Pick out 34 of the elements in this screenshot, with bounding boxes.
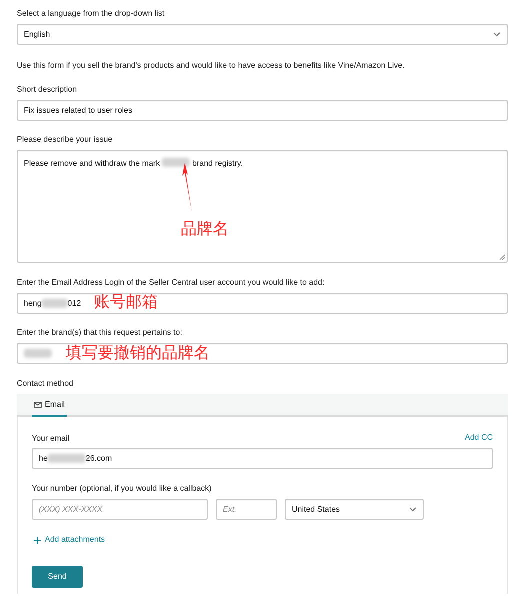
annotation-text: 账号邮箱 bbox=[94, 294, 158, 312]
add-cc-link[interactable]: Add CC bbox=[464, 432, 493, 444]
field-label: Short description bbox=[17, 85, 78, 95]
resize-handle-icon[interactable] bbox=[499, 254, 505, 260]
phone-field[interactable]: (XXX) XXX-XXXX bbox=[32, 499, 208, 520]
language-select[interactable]: English bbox=[17, 24, 508, 45]
field-label: Select a language from the drop-down list bbox=[17, 9, 166, 19]
send-button[interactable]: Send bbox=[32, 566, 83, 588]
issue-textarea[interactable]: Please remove and withdraw the mark brand registry. 品牌名 bbox=[17, 150, 508, 263]
login-email-field[interactable]: heng 012 账号邮箱 bbox=[17, 293, 508, 314]
email-tab[interactable]: Email bbox=[32, 394, 68, 417]
field-label: Enter the Email Address Login of the Seller Central user account you would like to add: bbox=[17, 278, 326, 288]
annotation-text: 填写要撤销的品牌名 bbox=[66, 345, 210, 363]
envelope-icon bbox=[34, 402, 42, 408]
field-label: Contact method bbox=[17, 379, 74, 389]
chevron-down-icon bbox=[409, 507, 417, 512]
field-label: Please describe your issue bbox=[17, 135, 114, 145]
brand-field[interactable]: 填写要撤销的品牌名 bbox=[17, 343, 508, 364]
field-label: Enter the brand(s) that this request pertains to: bbox=[17, 328, 184, 338]
extension-field[interactable]: Ext. bbox=[216, 499, 277, 520]
country-select[interactable]: United States bbox=[285, 499, 424, 520]
plus-icon bbox=[34, 536, 41, 544]
field-label: Your email bbox=[32, 434, 70, 444]
short-description-field[interactable]: Fix issues related to user roles bbox=[17, 100, 508, 121]
blurred-text bbox=[24, 349, 52, 358]
blurred-text bbox=[48, 454, 86, 463]
chevron-down-icon bbox=[493, 32, 501, 37]
blurred-text bbox=[162, 158, 190, 167]
email-field[interactable]: he 26.com bbox=[32, 448, 493, 469]
add-attachments-link[interactable]: Add attachments bbox=[34, 534, 106, 546]
blurred-text bbox=[42, 299, 68, 308]
annotation-text: 品牌名 bbox=[181, 221, 229, 239]
field-label: Your number (optional, if you would like a callback) bbox=[32, 484, 213, 494]
info-text: Use this form if you sell the brand's products and would like to have access to benefits like Vine/Amazon Live. bbox=[17, 61, 406, 71]
